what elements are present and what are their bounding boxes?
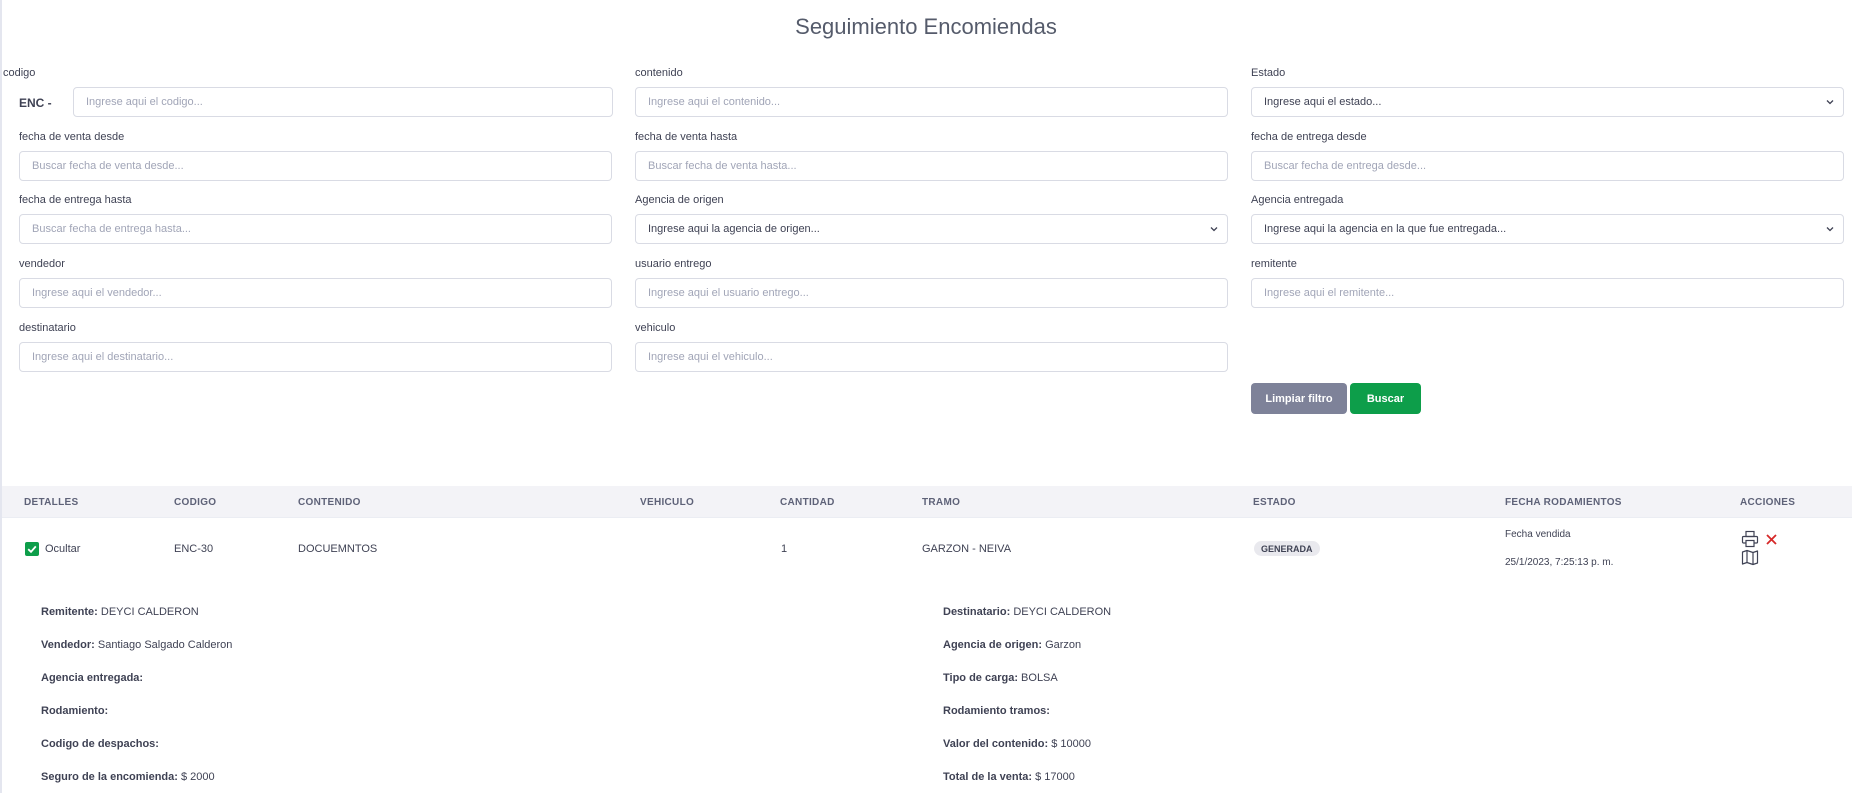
- agencia-entregada-select[interactable]: Ingrese aqui la agencia en la que fue en…: [1251, 214, 1844, 244]
- fecha-venta-desde-input[interactable]: [19, 151, 612, 181]
- col-vehiculo: VEHICULO: [640, 497, 695, 508]
- detail-rodamiento-tramos: Rodamiento tramos:: [943, 705, 1050, 717]
- row-cantidad: 1: [781, 543, 788, 555]
- contenido-input[interactable]: [635, 87, 1228, 117]
- usuario-entrego-label: usuario entrego: [635, 258, 712, 270]
- vehiculo-input[interactable]: [635, 342, 1228, 372]
- row-fecha-value: 25/1/2023, 7:25:13 p. m.: [1505, 557, 1614, 568]
- detail-destinatario: Destinatario: DEYCI CALDERON: [943, 606, 1112, 618]
- destinatario-input[interactable]: [19, 342, 612, 372]
- status-badge: GENERADA: [1254, 541, 1320, 556]
- row-fecha-label: Fecha vendida: [1505, 529, 1571, 540]
- row-codigo: ENC-30: [174, 543, 214, 555]
- detail-vendedor: Vendedor: Santiago Salgado Calderon: [41, 639, 233, 651]
- detail-agencia-origen: Agencia de origen: Garzon: [943, 639, 1082, 651]
- detail-rodamiento: Rodamiento:: [41, 705, 109, 717]
- clear-filter-button[interactable]: Limpiar filtro: [1251, 383, 1347, 414]
- details-toggle-checkbox[interactable]: [25, 542, 39, 556]
- fecha-venta-desde-label: fecha de venta desde: [19, 131, 125, 143]
- agencia-origen-select[interactable]: Ingrese aqui la agencia de origen...: [635, 214, 1228, 244]
- fecha-entrega-hasta-label: fecha de entrega hasta: [19, 194, 132, 206]
- vendedor-input[interactable]: [19, 278, 612, 308]
- row-tramo: GARZON - NEIVA: [922, 543, 1012, 555]
- printer-icon[interactable]: [1741, 530, 1759, 548]
- search-button[interactable]: Buscar: [1350, 383, 1421, 414]
- estado-select-value: Ingrese aqui el estado...: [1264, 96, 1382, 108]
- left-border: [0, 0, 2, 793]
- map-icon[interactable]: [1741, 549, 1759, 566]
- page-title: Seguimiento Encomiendas: [795, 14, 1057, 39]
- fecha-entrega-desde-label: fecha de entrega desde: [1251, 131, 1367, 143]
- detail-total-venta: Total de la venta: $ 17000: [943, 771, 1075, 783]
- destinatario-label: destinatario: [19, 322, 76, 334]
- detail-tipo-carga: Tipo de carga: BOLSA: [943, 672, 1058, 684]
- chevron-down-icon: [1826, 100, 1834, 105]
- agencia-entregada-select-value: Ingrese aqui la agencia en la que fue en…: [1264, 223, 1507, 235]
- detail-agencia-entregada: Agencia entregada:: [41, 672, 144, 684]
- col-estado: ESTADO: [1253, 497, 1296, 508]
- chevron-down-icon: [1210, 227, 1218, 232]
- col-fecha-rodamientos: FECHA RODAMIENTOS: [1505, 497, 1622, 508]
- remitente-input[interactable]: [1251, 278, 1844, 308]
- detail-seguro-encomienda: Seguro de la encomienda: $ 2000: [41, 771, 215, 783]
- codigo-label: codigo: [3, 67, 36, 79]
- remitente-label: remitente: [1251, 258, 1297, 270]
- detail-valor-contenido: Valor del contenido: $ 10000: [943, 738, 1091, 750]
- close-icon[interactable]: [1765, 533, 1778, 546]
- agencia-origen-select-value: Ingrese aqui la agencia de origen...: [648, 223, 820, 235]
- fecha-venta-hasta-input[interactable]: [635, 151, 1228, 181]
- fecha-entrega-desde-input[interactable]: [1251, 151, 1844, 181]
- vendedor-label: vendedor: [19, 258, 65, 270]
- estado-select[interactable]: Ingrese aqui el estado...: [1251, 87, 1844, 117]
- row-detalles-toggle[interactable]: Ocultar: [45, 543, 80, 555]
- table-header: DETALLES CODIGO CONTENIDO VEHICULO CANTI…: [2, 486, 1852, 518]
- row-contenido: DOCUEMNTOS: [298, 543, 378, 555]
- agencia-entregada-label: Agencia entregada: [1251, 194, 1344, 206]
- codigo-input[interactable]: [73, 87, 613, 117]
- usuario-entrego-input[interactable]: [635, 278, 1228, 308]
- col-codigo: CODIGO: [174, 497, 217, 508]
- col-acciones: ACCIONES: [1740, 497, 1796, 508]
- agencia-origen-label: Agencia de origen: [635, 194, 724, 206]
- detail-codigo-despachos: Codigo de despachos:: [41, 738, 159, 750]
- col-detalles: DETALLES: [24, 497, 79, 508]
- col-cantidad: CANTIDAD: [780, 497, 835, 508]
- detail-remitente: Remitente: DEYCI CALDERON: [41, 606, 199, 618]
- check-icon: [27, 545, 37, 554]
- col-tramo: TRAMO: [922, 497, 961, 508]
- fecha-venta-hasta-label: fecha de venta hasta: [635, 131, 738, 143]
- fecha-entrega-hasta-input[interactable]: [19, 214, 612, 244]
- chevron-down-icon: [1826, 227, 1834, 232]
- contenido-label: contenido: [635, 67, 683, 79]
- codigo-prefix: ENC -: [19, 96, 52, 110]
- vehiculo-label: vehiculo: [635, 322, 676, 334]
- estado-label: Estado: [1251, 67, 1286, 79]
- col-contenido: CONTENIDO: [298, 497, 361, 508]
